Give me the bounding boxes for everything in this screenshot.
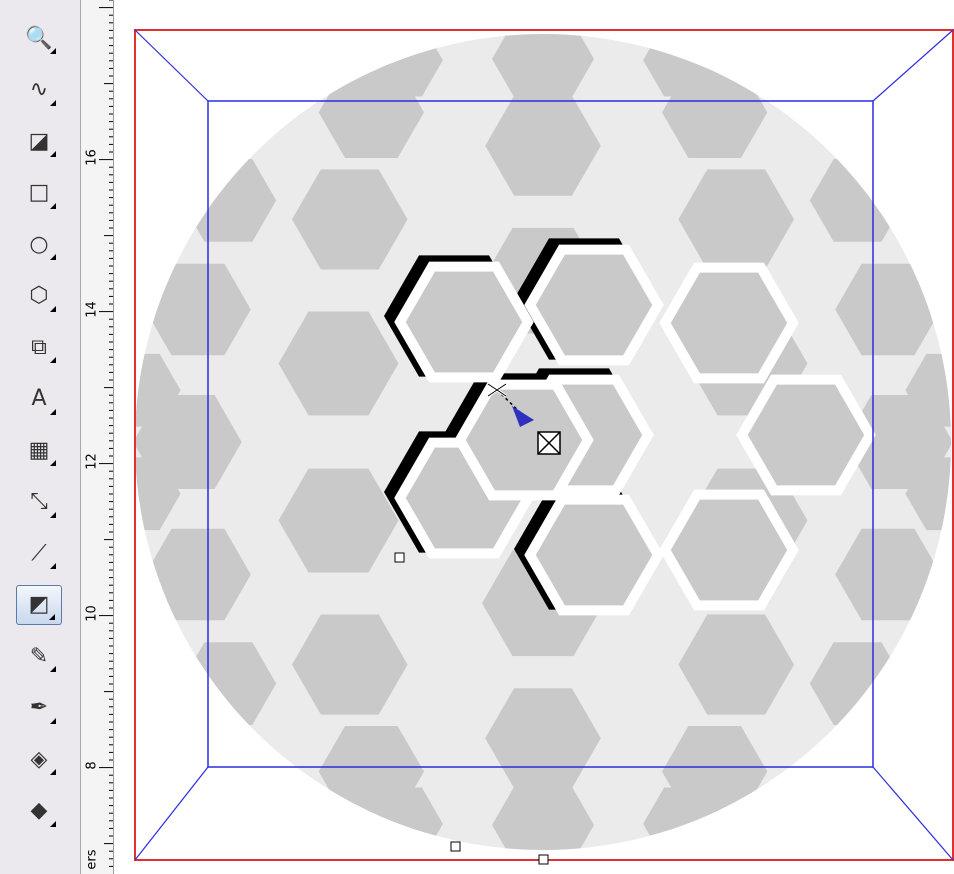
flyout-arrow-icon — [50, 357, 56, 363]
fill-tool[interactable]: ◈ — [16, 739, 62, 779]
ruler-label: 16 — [84, 149, 100, 166]
ruler-label: 10 — [84, 605, 100, 622]
flyout-arrow-icon — [50, 666, 56, 672]
vanishing-point-marker[interactable] — [537, 431, 561, 455]
flyout-arrow-icon — [50, 99, 56, 106]
flyout-arrow-icon — [50, 151, 56, 157]
text-tool[interactable]: A — [16, 379, 62, 419]
flyout-arrow-icon — [50, 305, 56, 312]
outline-pen-tool[interactable]: ✒ — [16, 688, 62, 728]
extrusion-depth-line-tr — [872, 29, 954, 102]
drawing-scene — [134, 29, 954, 865]
flyout-arrow-icon — [50, 202, 56, 209]
rectangle-tool[interactable]: □ — [16, 173, 62, 213]
extrude-cube-icon: ◩ — [28, 592, 50, 617]
center-hexagon[interactable] — [659, 489, 799, 611]
center-hexagon[interactable] — [659, 262, 799, 384]
table-grid-icon: ▦ — [28, 437, 50, 463]
ruler-ticks — [99, 0, 113, 867]
basic-shapes-icon: ⧉ — [31, 334, 47, 360]
rectangle-icon: □ — [28, 180, 50, 205]
selection-handle-bottom-center[interactable] — [538, 854, 549, 865]
magnifier-icon: 🔍 — [25, 25, 53, 51]
basic-shapes-tool[interactable]: ⧉ — [16, 327, 62, 367]
interactive-fill-tool[interactable]: ◆ — [16, 791, 62, 831]
polygon-tool[interactable]: ⬡ — [16, 276, 62, 316]
vertical-ruler[interactable]: 16 14 12 10 8 ers — [81, 0, 114, 874]
center-hexagon[interactable] — [524, 244, 664, 366]
flyout-arrow-icon — [50, 511, 56, 518]
smart-fill-icon: ◪ — [28, 128, 50, 154]
toolbox: 🔍 ∿ ◪ □ ○ ⬡ ⧉ A ▦ ⤡ ⟋ ◩ ✎ ✒ ◈ ◆ — [0, 0, 81, 874]
flyout-arrow-icon — [50, 820, 56, 827]
smart-fill-tool[interactable]: ◪ — [16, 121, 62, 161]
interactive-fill-icon: ◆ — [30, 798, 48, 823]
eyedropper-tool[interactable]: ✎ — [16, 636, 62, 676]
connector-tool[interactable]: ⟋ — [16, 533, 62, 573]
center-hexagon[interactable] — [454, 379, 594, 501]
flyout-arrow-icon — [50, 717, 56, 724]
extrusion-depth-line-bl — [134, 766, 209, 861]
flyout-arrow-icon — [50, 769, 56, 775]
zoom-tool[interactable]: 🔍 — [16, 18, 62, 58]
eyedropper-icon: ✎ — [29, 643, 49, 669]
ruler-unit-label: ers — [84, 849, 100, 870]
paint-bucket-icon: ◈ — [30, 746, 48, 772]
ellipse-tool[interactable]: ○ — [16, 224, 62, 264]
text-a-icon: A — [31, 386, 47, 411]
freehand-tool[interactable]: ∿ — [16, 70, 62, 110]
hexagon-icon: ⬡ — [29, 283, 49, 308]
selection-handle-left[interactable] — [394, 552, 405, 563]
ruler-label: 8 — [84, 761, 100, 770]
table-tool[interactable]: ▦ — [16, 430, 62, 470]
flyout-arrow-icon — [50, 408, 56, 415]
center-hexagon[interactable] — [524, 494, 664, 616]
ruler-label: 14 — [84, 301, 100, 318]
drawing-canvas[interactable] — [114, 0, 954, 874]
flyout-arrow-icon — [50, 460, 56, 466]
connector-icon: ⟋ — [31, 540, 47, 566]
extrusion-depth-line-tl — [134, 29, 209, 102]
dimension-icon: ⤡ — [30, 489, 48, 514]
extrusion-depth-line-br — [872, 766, 954, 861]
center-hexagon[interactable] — [394, 261, 534, 383]
ellipse-icon: ○ — [29, 231, 49, 257]
selection-handle-bottom-left[interactable] — [450, 841, 461, 852]
pen-nib-icon: ✒ — [29, 695, 49, 720]
ruler-label: 12 — [84, 453, 100, 470]
center-hexagon[interactable] — [736, 374, 876, 496]
freehand-curve-icon: ∿ — [29, 77, 49, 102]
flyout-arrow-icon — [50, 48, 56, 54]
flyout-arrow-icon — [50, 254, 56, 260]
dimension-tool[interactable]: ⤡ — [16, 482, 62, 522]
flyout-arrow-icon — [49, 613, 55, 620]
extrude-tool[interactable]: ◩ — [16, 584, 62, 625]
flyout-arrow-icon — [50, 563, 56, 569]
